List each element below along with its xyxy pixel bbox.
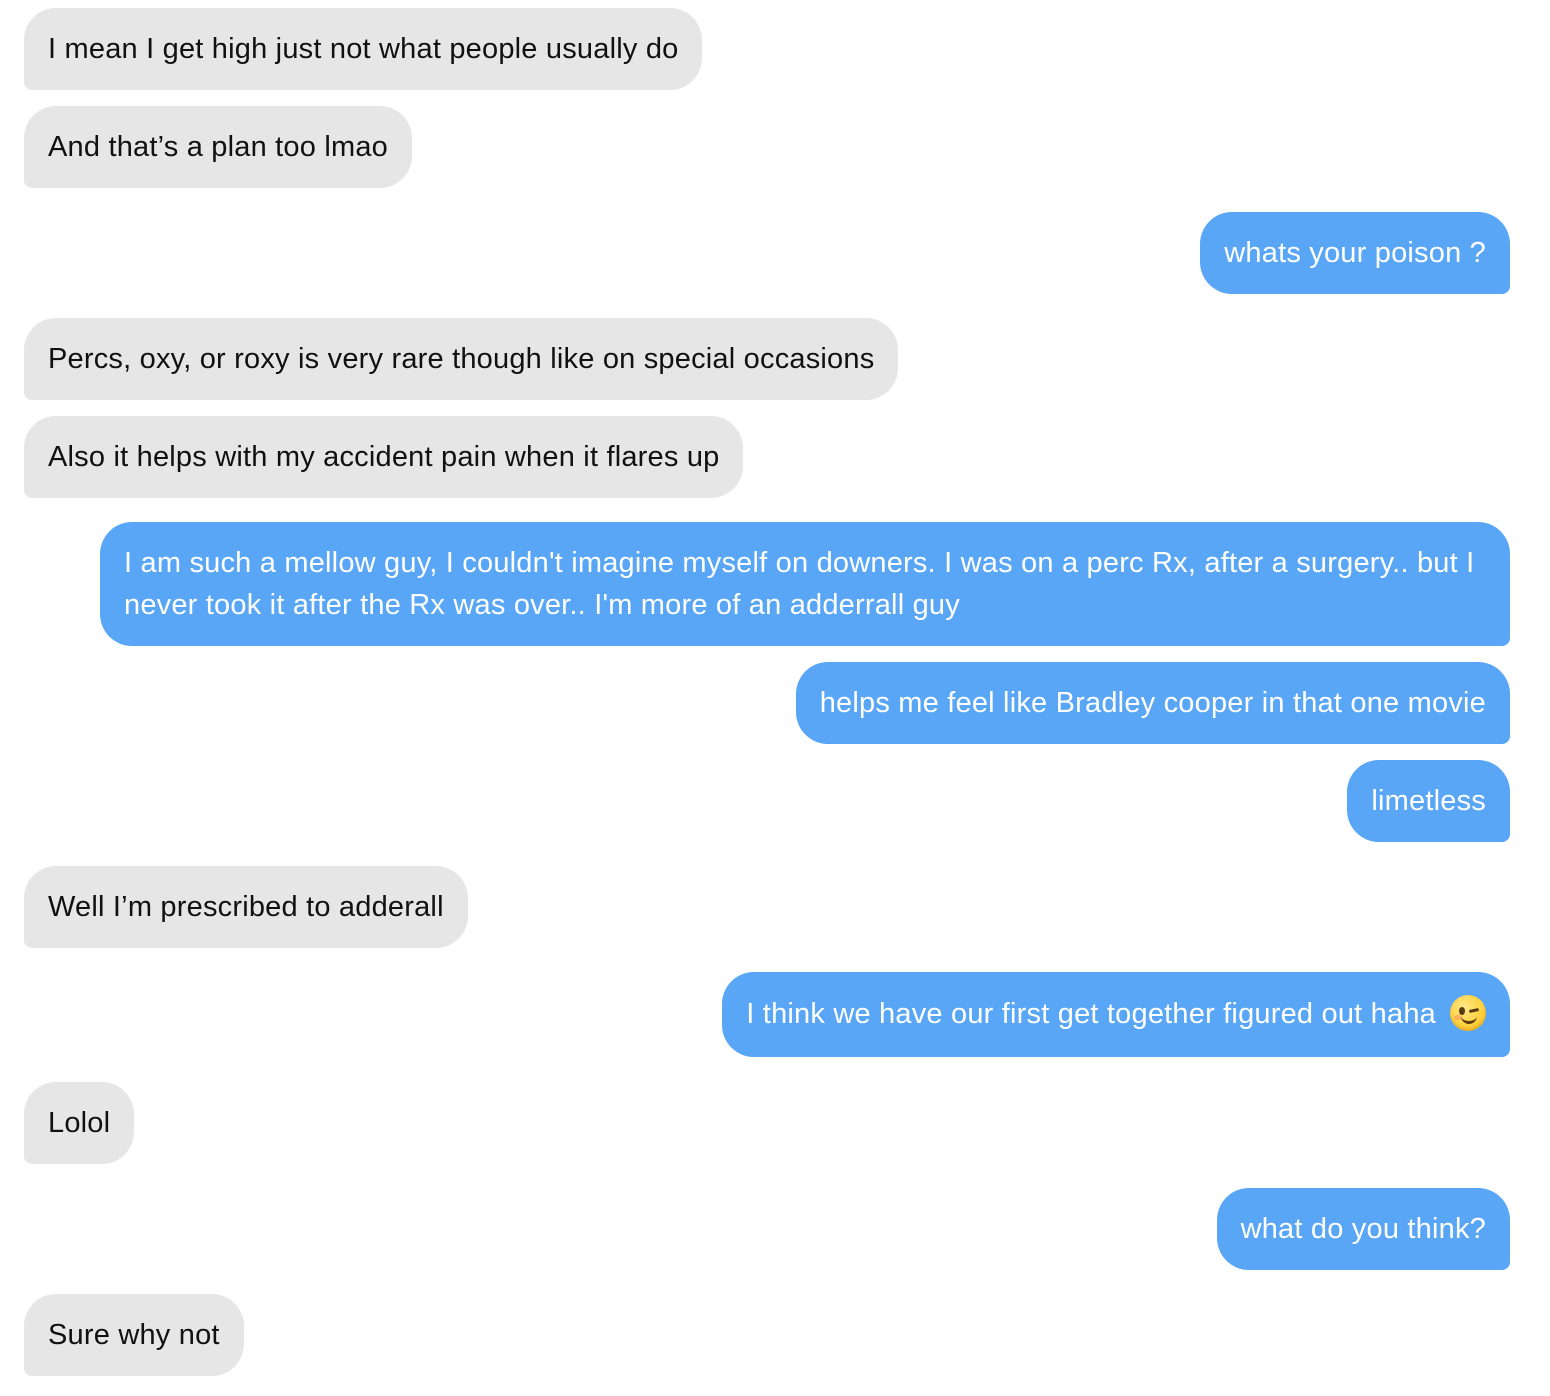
message-text: what do you think?: [1240, 1213, 1486, 1245]
message-text: Percs, oxy, or roxy is very rare though …: [48, 343, 875, 375]
outgoing-message[interactable]: what do you think?: [1216, 1188, 1510, 1270]
incoming-message[interactable]: Also it helps with my accident pain when…: [24, 416, 744, 498]
incoming-message[interactable]: And that’s a plan too lmao: [24, 106, 413, 188]
message-text: I mean I get high just not what people u…: [48, 33, 679, 65]
outgoing-message[interactable]: I am such a mellow guy, I couldn't imagi…: [100, 522, 1510, 646]
outgoing-message[interactable]: I think we have our first get together f…: [722, 972, 1510, 1057]
incoming-message[interactable]: Sure why not: [24, 1294, 244, 1376]
incoming-message[interactable]: Lolol: [24, 1082, 135, 1164]
message-text: Well I’m prescribed to adderall: [48, 891, 444, 923]
outgoing-message[interactable]: helps me feel like Bradley cooper in tha…: [795, 662, 1510, 744]
winking-face-icon: [1450, 995, 1486, 1031]
incoming-message[interactable]: Percs, oxy, or roxy is very rare though …: [24, 318, 899, 400]
message-text: And that’s a plan too lmao: [48, 131, 389, 163]
message-text: limetless: [1371, 785, 1486, 817]
message-text: I think we have our first get together f…: [746, 998, 1436, 1030]
message-text: Also it helps with my accident pain when…: [48, 441, 720, 473]
message-text: helps me feel like Bradley cooper in tha…: [819, 687, 1486, 719]
message-thread: I mean I get high just not what people u…: [0, 0, 1550, 1396]
outgoing-message[interactable]: limetless: [1347, 760, 1510, 842]
incoming-message[interactable]: Well I’m prescribed to adderall: [24, 866, 468, 948]
incoming-message[interactable]: I mean I get high just not what people u…: [24, 8, 703, 90]
outgoing-message[interactable]: whats your poison ?: [1200, 212, 1510, 294]
message-text: Sure why not: [48, 1319, 220, 1351]
message-text: whats your poison ?: [1224, 237, 1486, 269]
message-text: I am such a mellow guy, I couldn't imagi…: [124, 547, 1475, 621]
message-text: Lolol: [48, 1107, 111, 1139]
